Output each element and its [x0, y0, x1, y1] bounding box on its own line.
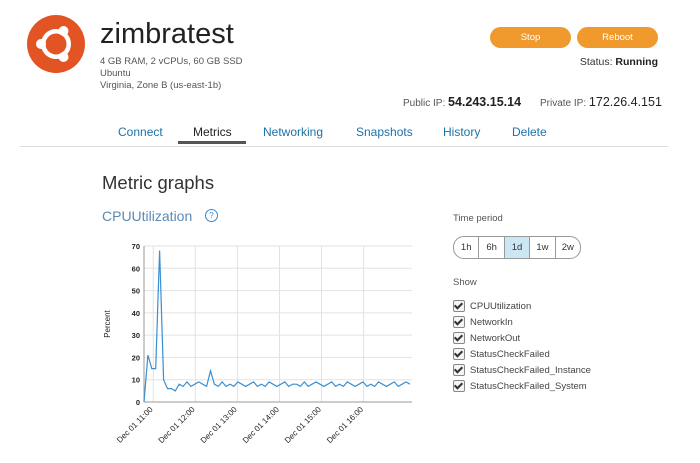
instance-specs: 4 GB RAM, 2 vCPUs, 60 GB SSD: [100, 56, 243, 67]
x-tick-label: Dec 01 16:00: [325, 405, 365, 445]
y-tick-label: 10: [132, 376, 140, 385]
y-tick-label: 30: [132, 331, 140, 340]
status-value: Running: [615, 56, 658, 68]
checkbox-statuscheckfailed-instance[interactable]: StatusCheckFailed_Instance: [453, 362, 591, 378]
checkbox-networkout[interactable]: NetworkOut: [453, 330, 591, 346]
checkbox-cpuutilization[interactable]: CPUUtilization: [453, 298, 591, 314]
graph-title: CPUUtilization: [102, 208, 193, 224]
checkbox-checked-icon[interactable]: [453, 348, 465, 360]
x-tick-label: Dec 01 11:00: [115, 405, 155, 445]
private-ip: Private IP: 172.26.4.151: [540, 95, 662, 109]
y-axis-label: Percent: [103, 309, 112, 337]
tab-metrics[interactable]: Metrics: [193, 125, 232, 139]
active-tab-indicator: [178, 141, 246, 144]
show-label: Show: [453, 277, 477, 288]
instance-tabs: Connect Metrics Networking Snapshots His…: [20, 122, 668, 147]
status-label: Status:: [579, 56, 613, 68]
public-ip: Public IP: 54.243.15.14: [403, 95, 521, 109]
page-title: Metric graphs: [102, 172, 215, 193]
checkbox-label: CPUUtilization: [470, 300, 532, 312]
y-tick-label: 50: [132, 287, 140, 296]
x-tick-label: Dec 01 12:00: [157, 405, 197, 445]
help-icon[interactable]: ?: [205, 209, 218, 222]
period-option-2w[interactable]: 2w: [556, 237, 580, 258]
tab-delete[interactable]: Delete: [512, 125, 547, 139]
checkbox-checked-icon[interactable]: [453, 316, 465, 328]
private-ip-value: 172.26.4.151: [588, 95, 662, 109]
stop-button[interactable]: Stop: [490, 27, 571, 48]
y-tick-label: 60: [132, 264, 140, 273]
cpu-utilization-chart: 010203040506070Dec 01 11:00 Dec 01 12:00 D…: [103, 242, 412, 445]
y-tick-label: 20: [132, 353, 140, 362]
period-option-1d[interactable]: 1d: [504, 237, 531, 258]
tab-connect[interactable]: Connect: [118, 125, 163, 139]
metric-checklist: CPUUtilization NetworkIn NetworkOut Stat…: [453, 298, 591, 394]
checkbox-checked-icon[interactable]: [453, 364, 465, 376]
checkbox-label: NetworkIn: [470, 316, 513, 328]
x-tick-label: Dec 01 13:00: [199, 405, 239, 445]
checkbox-label: NetworkOut: [470, 332, 521, 344]
checkbox-checked-icon[interactable]: [453, 380, 465, 392]
instance-os: Ubuntu: [100, 68, 131, 79]
time-period-label: Time period: [453, 213, 503, 224]
time-period-selector: 1h 6h 1d 1w 2w: [453, 236, 581, 259]
period-option-1w[interactable]: 1w: [530, 237, 556, 258]
x-tick-label: Dec 01 14:00: [241, 405, 281, 445]
y-tick-label: 70: [132, 242, 140, 251]
checkbox-networkin[interactable]: NetworkIn: [453, 314, 591, 330]
y-tick-label: 0: [136, 398, 140, 407]
checkbox-label: StatusCheckFailed: [470, 348, 550, 360]
tab-networking[interactable]: Networking: [263, 125, 323, 139]
tab-snapshots[interactable]: Snapshots: [356, 125, 413, 139]
checkbox-checked-icon[interactable]: [453, 300, 465, 312]
reboot-button[interactable]: Reboot: [577, 27, 658, 48]
y-tick-label: 40: [132, 309, 140, 318]
checkbox-checked-icon[interactable]: [453, 332, 465, 344]
checkbox-statuscheckfailed[interactable]: StatusCheckFailed: [453, 346, 591, 362]
private-ip-label: Private IP:: [540, 98, 587, 109]
instance-location: Virginia, Zone B (us-east-1b): [100, 80, 222, 91]
public-ip-label: Public IP:: [403, 98, 446, 109]
period-option-6h[interactable]: 6h: [479, 237, 505, 258]
ubuntu-logo-icon: [27, 15, 85, 73]
instance-status: Status: Running: [580, 56, 658, 68]
tab-history[interactable]: History: [443, 125, 480, 139]
public-ip-value: 54.243.15.14: [448, 95, 522, 109]
instance-name: zimbratest: [100, 18, 234, 50]
checkbox-statuscheckfailed-system[interactable]: StatusCheckFailed_System: [453, 378, 591, 394]
period-option-1h[interactable]: 1h: [454, 237, 480, 258]
checkbox-label: StatusCheckFailed_System: [470, 380, 587, 392]
x-tick-label: Dec 01 15:00: [283, 405, 323, 445]
checkbox-label: StatusCheckFailed_Instance: [470, 364, 591, 376]
